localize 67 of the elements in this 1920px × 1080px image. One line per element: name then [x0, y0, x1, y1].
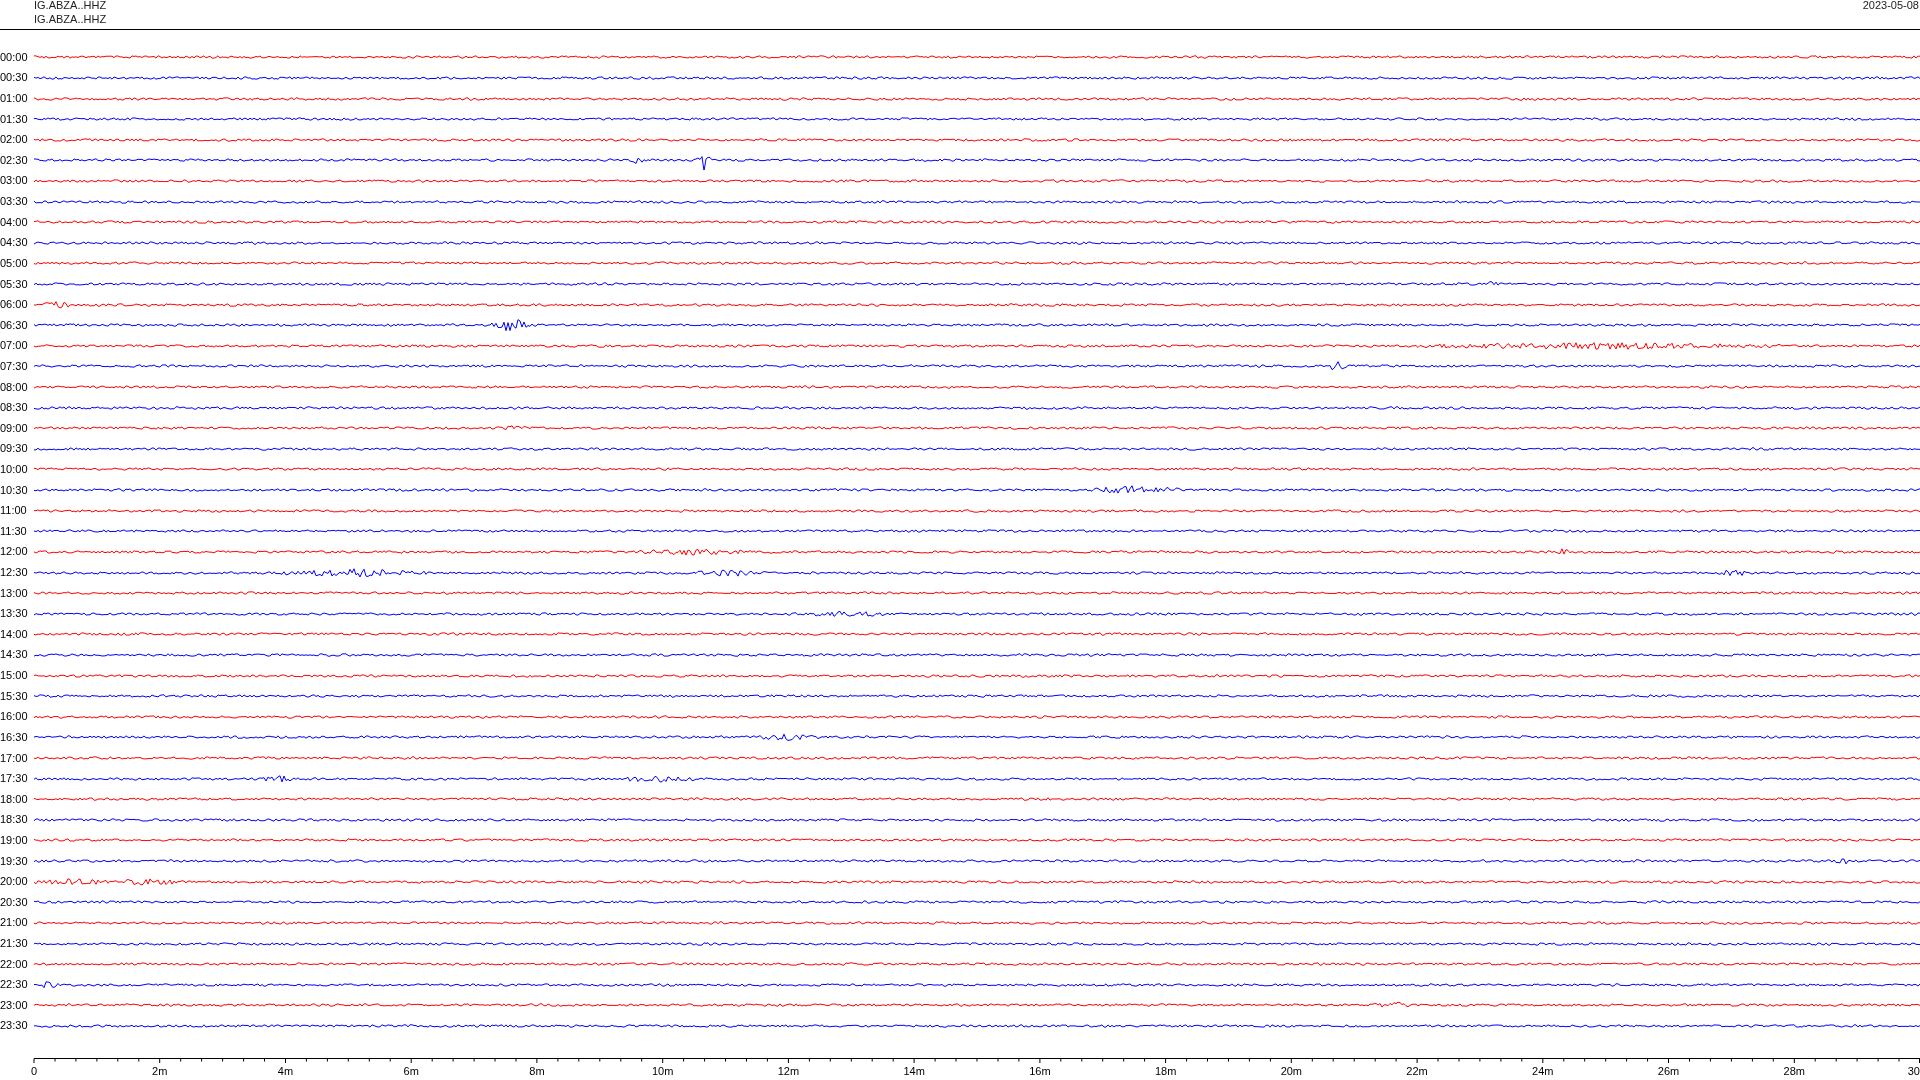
time-label: 16:30 [0, 731, 29, 743]
axis-tick-label: 28m [1783, 1065, 1805, 1078]
axis-tick-label: 18m [1154, 1065, 1177, 1078]
time-label: 00:30 [0, 72, 29, 84]
axis-tick-label: 26m [1657, 1065, 1680, 1078]
time-label: 15:00 [0, 670, 29, 682]
time-label: 04:30 [0, 237, 29, 249]
time-label: 08:30 [0, 402, 29, 414]
time-label: 15:30 [0, 690, 29, 702]
time-label: 12:00 [0, 546, 29, 558]
time-label: 02:00 [0, 134, 29, 146]
axis-tick-label: 20m [1280, 1065, 1303, 1078]
time-label: 07:30 [0, 360, 29, 372]
time-label: 22:00 [0, 958, 29, 970]
axis-tick-label: 12m [777, 1065, 800, 1078]
time-label: 17:00 [0, 752, 29, 764]
time-label: 01:00 [0, 93, 29, 104]
time-label: 01:30 [0, 113, 29, 125]
time-label: 13:00 [0, 587, 29, 599]
axis-tick-label: 24m [1532, 1065, 1554, 1078]
time-label: 20:00 [0, 876, 29, 888]
time-label: 00:00 [0, 51, 29, 63]
axis-tick-label: 2m [152, 1065, 168, 1078]
channel-label: IG.ABZA..HHZ [34, 14, 107, 25]
axis-tick-label: 4m [277, 1065, 294, 1078]
time-label: 10:30 [0, 484, 29, 496]
axis-tick-label: 14m [903, 1065, 925, 1078]
time-label: 23:00 [0, 999, 29, 1011]
time-label: 10:00 [0, 464, 29, 475]
axis-tick-label: 16m [1029, 1065, 1051, 1078]
axis-tick-label: 0 [31, 1065, 38, 1078]
axis-tick-label: 8m [529, 1065, 545, 1078]
time-label: 21:00 [0, 917, 29, 929]
time-label: 14:00 [0, 628, 29, 640]
time-label: 14:30 [0, 649, 29, 661]
time-label: 11:30 [0, 525, 28, 537]
time-label: 05:30 [0, 278, 29, 290]
time-label: 03:00 [0, 175, 29, 187]
time-label: 09:00 [0, 422, 29, 434]
time-label: 22:30 [0, 979, 29, 991]
axis-tick-label: 22m [1406, 1065, 1428, 1078]
time-label: 16:00 [0, 711, 29, 723]
time-label: 11:00 [0, 505, 28, 517]
time-label: 07:00 [0, 340, 29, 352]
time-label: 05:00 [0, 257, 29, 269]
time-label: 13:30 [0, 608, 29, 620]
time-label: 08:00 [0, 381, 29, 393]
time-label: 18:00 [0, 793, 29, 805]
time-label: 06:30 [0, 319, 29, 331]
time-label: 09:30 [0, 443, 29, 455]
time-label: 23:30 [0, 1020, 29, 1032]
time-label: 04:00 [0, 216, 29, 228]
time-label: 03:30 [0, 196, 29, 208]
axis-tick-label: 30 [1907, 1065, 1920, 1078]
time-label: 20:30 [0, 896, 29, 908]
time-label: 19:00 [0, 834, 29, 846]
channel-label: IG.ABZA..HHZ [34, 0, 107, 11]
axis-tick-label: 6m [403, 1065, 419, 1078]
time-label: 21:30 [0, 938, 29, 949]
date-label: 2023-05-08 [1862, 0, 1919, 11]
time-label: 06:00 [0, 299, 29, 311]
time-label: 02:30 [0, 154, 29, 166]
time-label: 18:30 [0, 814, 29, 826]
time-label: 19:30 [0, 855, 29, 867]
time-label: 12:30 [0, 567, 29, 579]
time-label: 17:30 [0, 773, 29, 785]
axis-tick-label: 10m [651, 1065, 674, 1078]
